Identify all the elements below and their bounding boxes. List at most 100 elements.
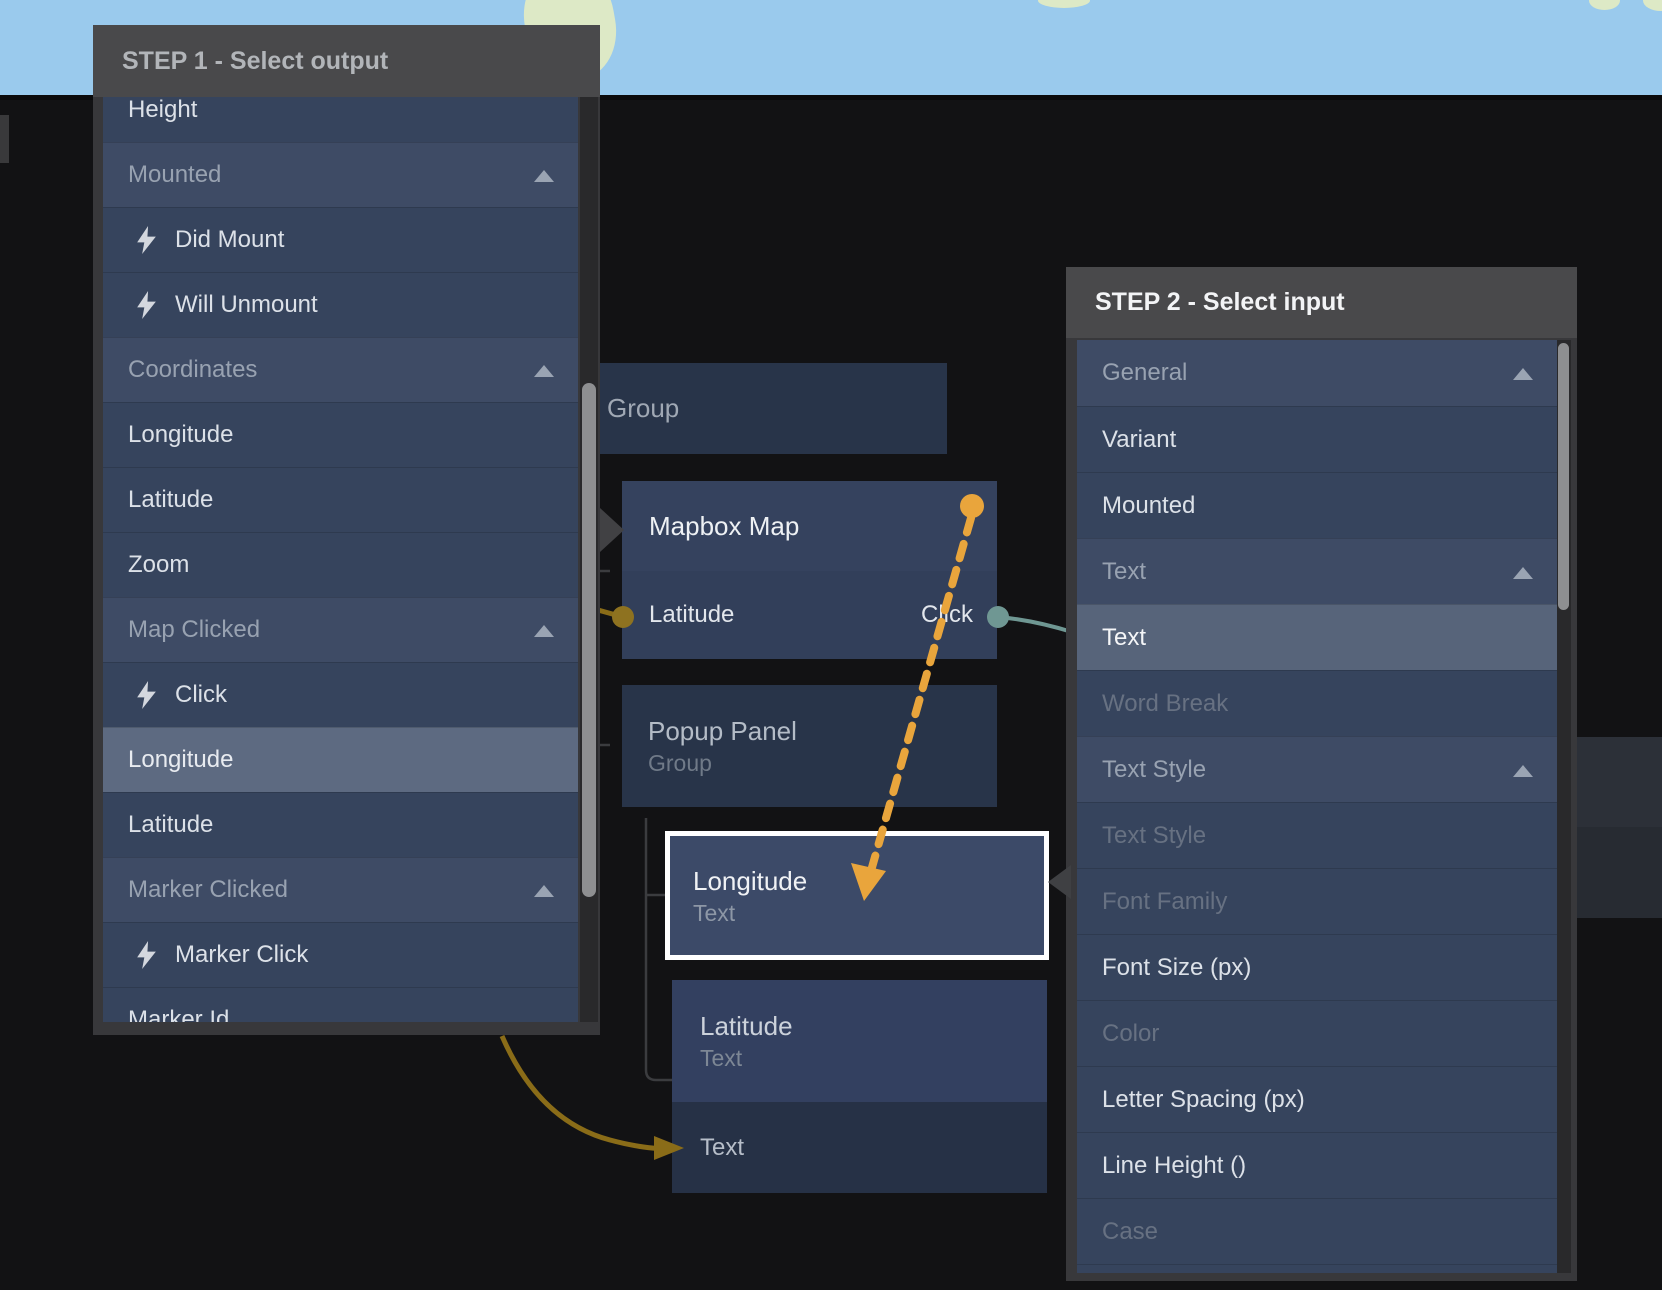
item-label: Variant bbox=[1102, 426, 1176, 454]
item-label: Click bbox=[175, 681, 227, 709]
step2-row-font-size[interactable]: Font Size (px) bbox=[1077, 934, 1557, 1000]
step1-row-marker-click[interactable]: Marker Click bbox=[103, 922, 578, 987]
node-title: Popup Panel bbox=[648, 714, 997, 748]
item-label: Text Style bbox=[1102, 822, 1206, 850]
step1-row-latitude-2[interactable]: Latitude bbox=[103, 792, 578, 857]
item-label: Longitude bbox=[128, 421, 233, 449]
step1-row-latitude[interactable]: Latitude bbox=[103, 467, 578, 532]
item-label: Font Size (px) bbox=[1102, 954, 1251, 982]
node-title: Group bbox=[560, 363, 947, 454]
item-label: Mounted bbox=[128, 161, 221, 189]
step1-row-marker-id[interactable]: Marker Id bbox=[103, 987, 578, 1022]
collapse-up-icon[interactable] bbox=[534, 365, 554, 377]
hidden-connection-arrow-icon bbox=[600, 508, 624, 552]
step2-row-text-category[interactable]: Text bbox=[1077, 538, 1557, 604]
item-label: Color bbox=[1102, 1020, 1159, 1048]
collapse-up-icon[interactable] bbox=[534, 625, 554, 637]
step1-panel-title: STEP 1 - Select output bbox=[93, 47, 388, 76]
step2-row-letter-spacing[interactable]: Letter Spacing (px) bbox=[1077, 1066, 1557, 1132]
step2-row-filler bbox=[1077, 1264, 1557, 1273]
step2-row-variant[interactable]: Variant bbox=[1077, 406, 1557, 472]
item-label: Font Family bbox=[1102, 888, 1227, 916]
step2-row-mounted[interactable]: Mounted bbox=[1077, 472, 1557, 538]
node-longitude-text-selected[interactable]: Longitude Text bbox=[665, 831, 1049, 960]
step2-panel-header: STEP 2 - Select input bbox=[1066, 267, 1577, 338]
click-wire[interactable] bbox=[998, 617, 1072, 632]
item-label: Word Break bbox=[1102, 690, 1228, 718]
lightning-icon bbox=[137, 226, 156, 254]
item-label: Will Unmount bbox=[175, 291, 318, 319]
collapse-up-icon[interactable] bbox=[534, 885, 554, 897]
item-label: Marker Clicked bbox=[128, 876, 288, 904]
step1-row-will-unmount[interactable]: Will Unmount bbox=[103, 272, 578, 337]
collapse-up-icon[interactable] bbox=[1513, 567, 1533, 579]
collapse-up-icon[interactable] bbox=[534, 170, 554, 182]
lightning-icon bbox=[137, 681, 156, 709]
step2-select-input-panel: STEP 2 - Select input General Variant Mo… bbox=[1066, 267, 1577, 1281]
step1-row-zoom[interactable]: Zoom bbox=[103, 532, 578, 597]
step1-output-list[interactable]: Height Mounted Did Mount Will Unmount Co… bbox=[103, 97, 578, 1022]
node-text[interactable]: Text bbox=[672, 1102, 1047, 1193]
step2-row-line-height[interactable]: Line Height () bbox=[1077, 1132, 1557, 1198]
item-label: Map Clicked bbox=[128, 616, 260, 644]
collapse-up-icon[interactable] bbox=[1513, 368, 1533, 380]
node-title: Mapbox Map bbox=[649, 511, 799, 542]
item-label: Height bbox=[128, 97, 197, 124]
step1-row-map-clicked-category[interactable]: Map Clicked bbox=[103, 597, 578, 662]
item-label: Zoom bbox=[128, 551, 189, 579]
item-label: Mounted bbox=[1102, 492, 1195, 520]
step1-select-output-panel: STEP 1 - Select output Height Mounted Di… bbox=[93, 25, 600, 1035]
lightning-icon bbox=[137, 291, 156, 319]
node-title: Longitude bbox=[693, 864, 1044, 898]
item-label: Text bbox=[1102, 558, 1146, 586]
node-subtitle: Group bbox=[648, 748, 997, 778]
item-label: Coordinates bbox=[128, 356, 257, 384]
item-label: Case bbox=[1102, 1218, 1158, 1246]
node-latitude-text[interactable]: Latitude Text bbox=[672, 980, 1047, 1102]
map-landmass bbox=[1038, 0, 1090, 8]
lightning-icon bbox=[137, 941, 156, 969]
step2-row-text-style-category[interactable]: Text Style bbox=[1077, 736, 1557, 802]
node-title: Text bbox=[700, 1134, 744, 1162]
step2-row-case: Case bbox=[1077, 1198, 1557, 1264]
item-label: Latitude bbox=[128, 486, 213, 514]
item-label: General bbox=[1102, 359, 1187, 387]
step1-row-height[interactable]: Height bbox=[103, 97, 578, 142]
node-popup-panel[interactable]: Popup Panel Group bbox=[622, 685, 997, 807]
item-label: Longitude bbox=[128, 746, 233, 774]
step2-scrollbar-thumb[interactable] bbox=[1558, 343, 1569, 610]
node-subtitle: Text bbox=[693, 898, 1044, 928]
panel-to-text-wire[interactable] bbox=[502, 1036, 662, 1149]
step2-row-font-family: Font Family bbox=[1077, 868, 1557, 934]
panel-callout-arrow-icon bbox=[1048, 865, 1071, 899]
item-label: Letter Spacing (px) bbox=[1102, 1086, 1305, 1114]
latitude-wire[interactable] bbox=[598, 610, 623, 617]
map-landmass bbox=[1643, 0, 1662, 11]
step2-row-color: Color bbox=[1077, 1000, 1557, 1066]
map-landmass bbox=[1589, 0, 1620, 10]
step2-input-list[interactable]: General Variant Mounted Text Text Word B… bbox=[1077, 340, 1557, 1273]
step2-row-text-selected[interactable]: Text bbox=[1077, 604, 1557, 670]
node-group[interactable]: Group bbox=[560, 363, 947, 454]
step1-panel-header: STEP 1 - Select output bbox=[93, 25, 600, 97]
item-label: Text bbox=[1102, 624, 1146, 652]
occluded-panel-edge bbox=[0, 115, 9, 163]
step2-panel-title: STEP 2 - Select input bbox=[1066, 288, 1345, 317]
collapse-up-icon[interactable] bbox=[1513, 765, 1533, 777]
step2-row-general-category[interactable]: General bbox=[1077, 340, 1557, 406]
node-mapbox-map[interactable]: Mapbox Map Latitude Click bbox=[622, 481, 997, 659]
occluded-node-top bbox=[1577, 737, 1662, 827]
occluded-node-bottom bbox=[1577, 827, 1662, 918]
step1-scrollbar-thumb[interactable] bbox=[582, 383, 596, 897]
step1-row-click[interactable]: Click bbox=[103, 662, 578, 727]
step1-row-coordinates-category[interactable]: Coordinates bbox=[103, 337, 578, 402]
step1-row-did-mount[interactable]: Did Mount bbox=[103, 207, 578, 272]
occluded-node bbox=[1577, 737, 1662, 918]
step1-row-mounted-category[interactable]: Mounted bbox=[103, 142, 578, 207]
item-label: Latitude bbox=[128, 811, 213, 839]
node-editor-screen: Group Mapbox Map Latitude Click Popup Pa… bbox=[0, 0, 1662, 1290]
step1-row-marker-clicked-category[interactable]: Marker Clicked bbox=[103, 857, 578, 922]
item-label: Line Height () bbox=[1102, 1152, 1246, 1180]
step1-row-longitude-selected[interactable]: Longitude bbox=[103, 727, 578, 792]
step1-row-longitude[interactable]: Longitude bbox=[103, 402, 578, 467]
